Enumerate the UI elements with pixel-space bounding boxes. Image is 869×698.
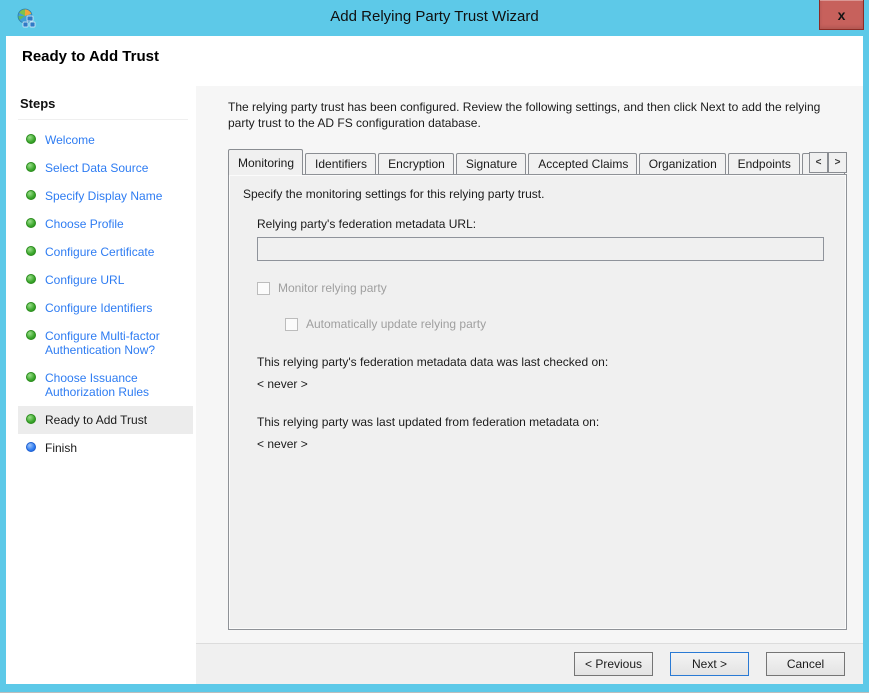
wizard-surface: Ready to Add Trust Steps Welcome Select …	[6, 36, 863, 684]
page-intro-text: The relying party trust has been configu…	[228, 100, 821, 130]
sidebar-item-configure-mfa[interactable]: Configure Multi-factor Authentication No…	[18, 322, 193, 364]
tab-accepted-claims[interactable]: Accepted Claims	[528, 153, 637, 174]
tab-monitoring[interactable]: Monitoring	[228, 149, 304, 175]
tab-scroll-right-icon[interactable]: >	[828, 152, 847, 173]
monitoring-tab-panel: Specify the monitoring settings for this…	[228, 174, 847, 630]
sidebar-item-specify-display-name[interactable]: Specify Display Name	[18, 182, 193, 210]
step-pending-icon	[26, 442, 36, 452]
last-updated-value: < never >	[257, 437, 308, 451]
title-bar[interactable]: Add Relying Party Trust Wizard x	[0, 0, 869, 36]
last-updated-label: This relying party was last updated from…	[257, 415, 600, 429]
wizard-page: The relying party trust has been configu…	[196, 86, 863, 684]
tab-strip: Monitoring Identifiers Encryption Signat…	[228, 149, 847, 175]
sidebar-item-welcome[interactable]: Welcome	[18, 126, 193, 154]
step-complete-icon	[26, 190, 36, 200]
tab-scroll-left-icon[interactable]: <	[809, 152, 828, 173]
step-complete-icon	[26, 134, 36, 144]
last-checked-label: This relying party's federation metadata…	[257, 355, 609, 369]
step-complete-icon	[26, 274, 36, 284]
wizard-window: Add Relying Party Trust Wizard x Ready t…	[0, 0, 869, 692]
last-checked-value: < never >	[257, 377, 308, 391]
sidebar-item-ready-to-add-trust: Ready to Add Trust	[18, 406, 193, 434]
page-title: Ready to Add Trust	[22, 48, 159, 65]
tab-organization[interactable]: Organization	[638, 153, 726, 174]
steps-header: Steps	[18, 92, 188, 120]
cancel-button[interactable]: Cancel	[766, 652, 845, 676]
tab-identifiers[interactable]: Identifiers	[305, 153, 377, 174]
metadata-url-label: Relying party's federation metadata URL:	[257, 217, 477, 231]
step-complete-icon	[26, 246, 36, 256]
window-title: Add Relying Party Trust Wizard	[330, 8, 539, 25]
close-button[interactable]: x	[819, 0, 864, 30]
checkbox-unchecked-icon	[257, 281, 270, 295]
checkbox-label: Automatically update relying party	[306, 317, 487, 331]
tab-signature[interactable]: Signature	[455, 153, 527, 174]
auto-update-relying-party-checkbox: Automatically update relying party	[285, 317, 832, 331]
sidebar-item-finish: Finish	[18, 434, 193, 462]
sidebar-item-select-data-source[interactable]: Select Data Source	[18, 154, 193, 182]
tab-encryption[interactable]: Encryption	[378, 153, 454, 174]
sidebar-item-choose-issuance-rules[interactable]: Choose Issuance Authorization Rules	[18, 364, 193, 406]
sidebar-item-configure-certificate[interactable]: Configure Certificate	[18, 238, 193, 266]
button-bar: < Previous Next > Cancel	[196, 643, 863, 684]
previous-button[interactable]: < Previous	[574, 652, 653, 676]
steps-sidebar: Steps Welcome Select Data Source Specify…	[6, 86, 196, 684]
monitor-relying-party-checkbox: Monitor relying party	[257, 281, 832, 295]
step-complete-icon	[26, 302, 36, 312]
sidebar-item-configure-identifiers[interactable]: Configure Identifiers	[18, 294, 193, 322]
panel-description: Specify the monitoring settings for this…	[243, 187, 545, 201]
checkbox-unchecked-icon	[285, 317, 298, 331]
sidebar-item-choose-profile[interactable]: Choose Profile	[18, 210, 193, 238]
next-button[interactable]: Next >	[670, 652, 749, 676]
step-complete-icon	[26, 330, 36, 340]
step-complete-icon	[26, 372, 36, 382]
step-complete-icon	[26, 218, 36, 228]
sidebar-item-configure-url[interactable]: Configure URL	[18, 266, 193, 294]
checkbox-label: Monitor relying party	[278, 281, 387, 295]
step-complete-icon	[26, 162, 36, 172]
tab-endpoints[interactable]: Endpoints	[727, 153, 800, 174]
step-complete-icon	[26, 414, 36, 424]
metadata-url-input	[257, 237, 824, 261]
